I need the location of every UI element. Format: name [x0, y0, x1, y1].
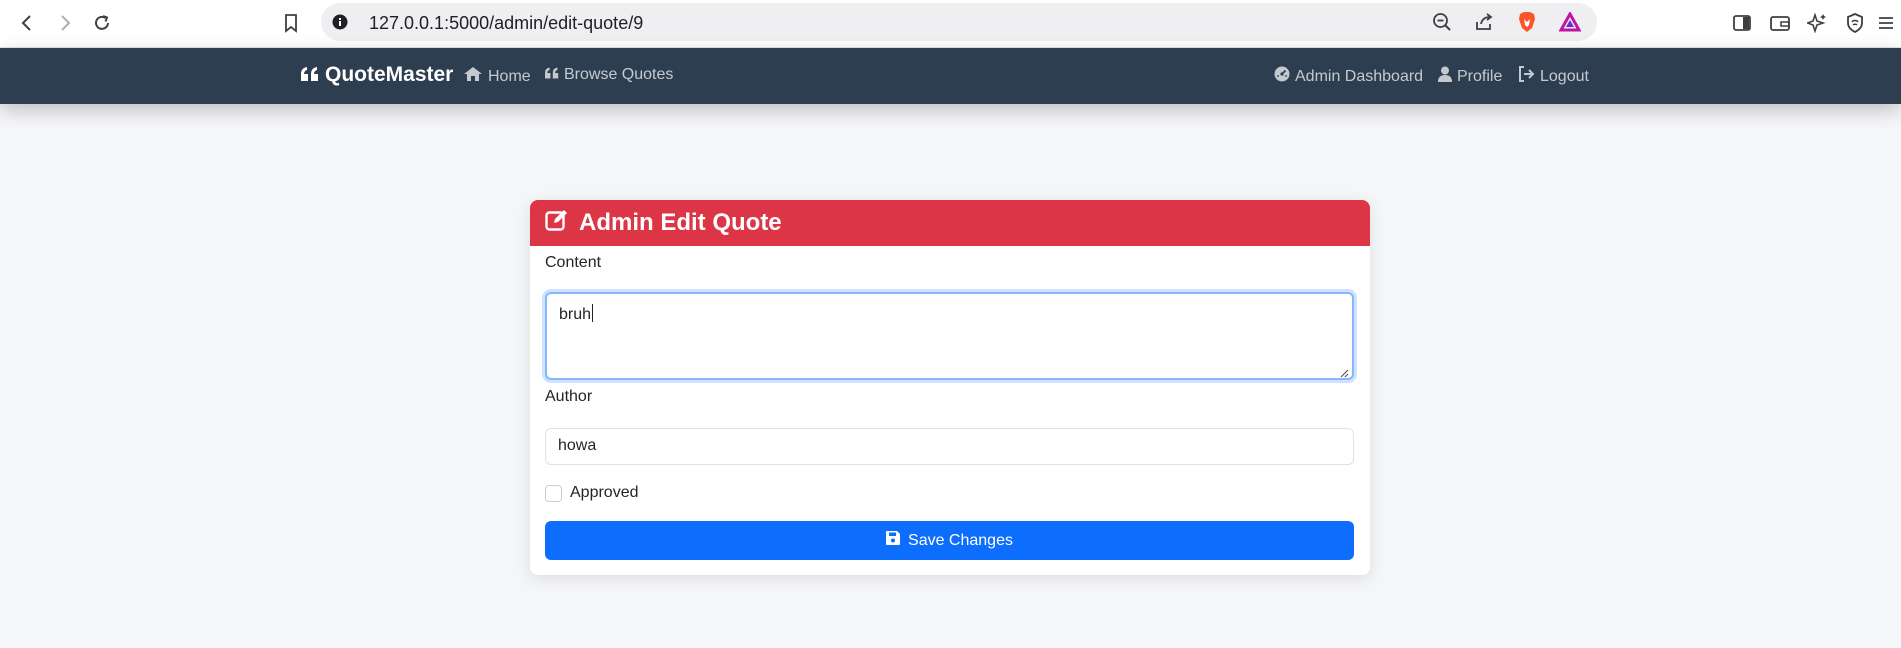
brand-name: QuoteMaster: [325, 63, 454, 86]
author-input[interactable]: howa: [545, 428, 1354, 465]
nav-profile-link[interactable]: Profile: [1438, 66, 1502, 87]
author-label: Author: [545, 388, 593, 405]
content-value: bruh: [559, 306, 592, 323]
edit-icon: [545, 208, 569, 239]
address-bar[interactable]: 127.0.0.1:5000/admin/edit-quote/9: [321, 3, 1597, 41]
nav-home-label: Home: [488, 67, 531, 85]
nav-logout-label: Logout: [1540, 67, 1589, 85]
approved-row[interactable]: Approved: [545, 484, 639, 502]
edit-quote-card: Admin Edit Quote Content bruh Author how…: [530, 200, 1370, 575]
save-icon: [886, 531, 901, 550]
url-text[interactable]: 127.0.0.1:5000/admin/edit-quote/9: [369, 13, 643, 34]
dashboard-icon: [1274, 66, 1290, 87]
sidebar-icon[interactable]: [1729, 10, 1755, 36]
vpn-icon[interactable]: [1842, 10, 1868, 36]
nav-admin-dashboard-label: Admin Dashboard: [1295, 67, 1424, 85]
text-caret: [592, 304, 594, 322]
home-icon: [463, 66, 483, 87]
user-icon: [1438, 66, 1452, 87]
save-changes-label: Save Changes: [908, 531, 1013, 549]
bookmark-icon[interactable]: [278, 10, 304, 36]
save-changes-button[interactable]: Save Changes: [545, 521, 1354, 560]
brave-rewards-icon[interactable]: [1557, 9, 1583, 35]
nav-browse-quotes-label: Browse Quotes: [564, 66, 674, 83]
app-navbar: QuoteMaster Home Browse Quotes Admin Das…: [0, 48, 1901, 104]
zoom-icon[interactable]: [1429, 9, 1455, 35]
nav-home-link[interactable]: Home: [463, 66, 531, 87]
card-header: Admin Edit Quote: [530, 200, 1370, 246]
share-icon[interactable]: [1471, 9, 1497, 35]
approved-label: Approved: [570, 484, 639, 501]
nav-admin-dashboard-link[interactable]: Admin Dashboard: [1274, 66, 1423, 87]
logout-icon: [1518, 66, 1535, 87]
menu-icon[interactable]: [1875, 10, 1897, 36]
content-textarea[interactable]: bruh: [545, 292, 1354, 380]
content-label: Content: [545, 254, 602, 271]
reload-icon[interactable]: [89, 10, 115, 36]
quote-icon: [545, 66, 559, 84]
brave-shield-icon[interactable]: [1514, 9, 1540, 35]
site-info-icon[interactable]: [327, 9, 353, 35]
browser-toolbar: 127.0.0.1:5000/admin/edit-quote/9: [0, 0, 1901, 48]
back-icon[interactable]: [14, 10, 40, 36]
forward-icon[interactable]: [52, 10, 78, 36]
nav-browse-quotes-link[interactable]: Browse Quotes: [545, 66, 673, 84]
wallet-icon[interactable]: [1767, 10, 1793, 36]
approved-checkbox[interactable]: [545, 484, 562, 502]
card-title: Admin Edit Quote: [579, 209, 782, 236]
resize-handle[interactable]: [1339, 365, 1349, 378]
leo-ai-icon[interactable]: [1804, 10, 1830, 36]
nav-profile-label: Profile: [1457, 67, 1503, 85]
quote-icon: [301, 63, 319, 87]
author-value: howa: [558, 437, 597, 454]
brand-link[interactable]: QuoteMaster: [301, 63, 453, 87]
nav-logout-link[interactable]: Logout: [1518, 66, 1589, 87]
